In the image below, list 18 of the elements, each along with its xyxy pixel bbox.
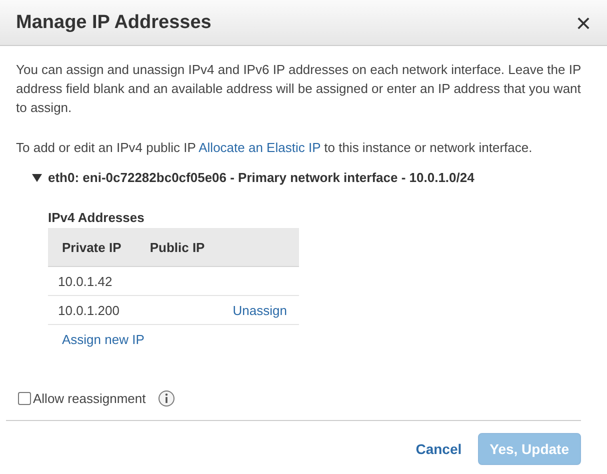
column-header: Public IP: [136, 228, 218, 266]
unassign-link[interactable]: Unassign: [232, 302, 287, 318]
expand-triangle-icon[interactable]: [32, 174, 42, 182]
elastic-ip-text: To add or edit an IPv4 public IP Allocate an Elastic IP to this instance or network interface.: [16, 139, 534, 157]
checkbox-label: Allow reassignment: [33, 390, 146, 408]
dialog-title: Manage IP Addresses: [16, 12, 212, 34]
info-icon[interactable]: [158, 390, 175, 407]
intro-text: You can assign and unassign IPv4 and IPv6 IP addresses on each network interface. Leave the IP address field blank and an available address will be assigned or enter an IP address that you want to assign.: [16, 61, 582, 117]
assign-new-ip-link[interactable]: Assign new IP: [62, 330, 144, 349]
interface-label: eth0: eni-0c72282bc0cf05e06 - Primary network interface - 10.0.1.0/24: [48, 169, 474, 187]
cancel-button[interactable]: Cancel: [410, 437, 468, 461]
table-cell: 10.0.1.200: [48, 296, 136, 324]
allocate-elastic-ip-link[interactable]: Allocate an Elastic IP: [198, 140, 321, 155]
reassign-checkbox[interactable]: [18, 392, 31, 405]
close-button[interactable]: ×: [576, 10, 591, 36]
table-cell: 10.0.1.42: [48, 266, 136, 296]
section-heading: IPv4 Addresses: [48, 209, 146, 227]
column-header: Private IP: [48, 228, 136, 266]
